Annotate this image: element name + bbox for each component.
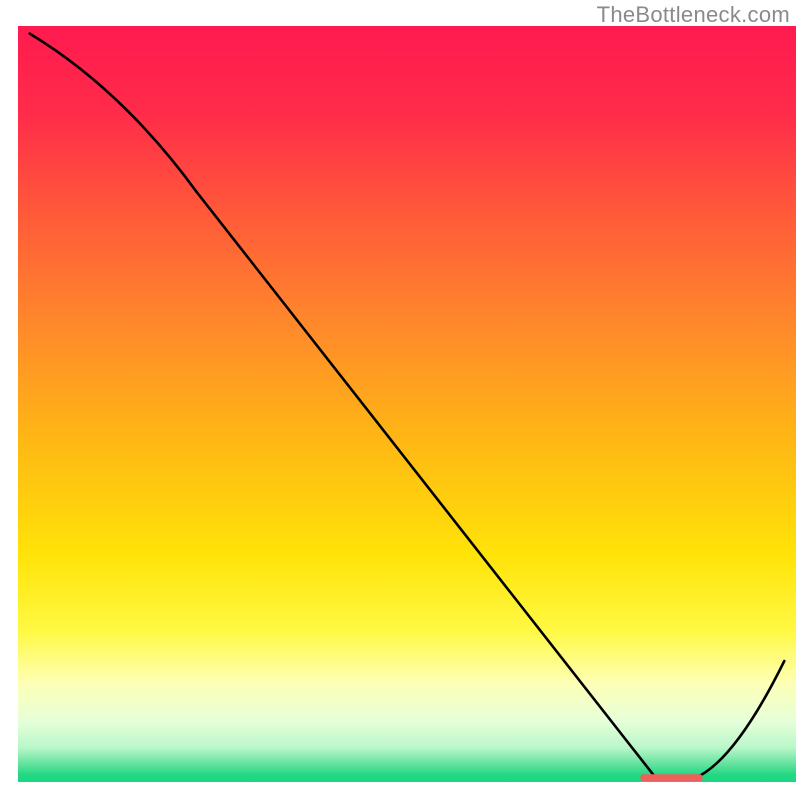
chart-container: TheBottleneck.com <box>0 0 800 800</box>
optimal-range-marker <box>640 774 702 781</box>
heatmap-background <box>18 26 796 782</box>
bottleneck-chart <box>0 0 800 800</box>
